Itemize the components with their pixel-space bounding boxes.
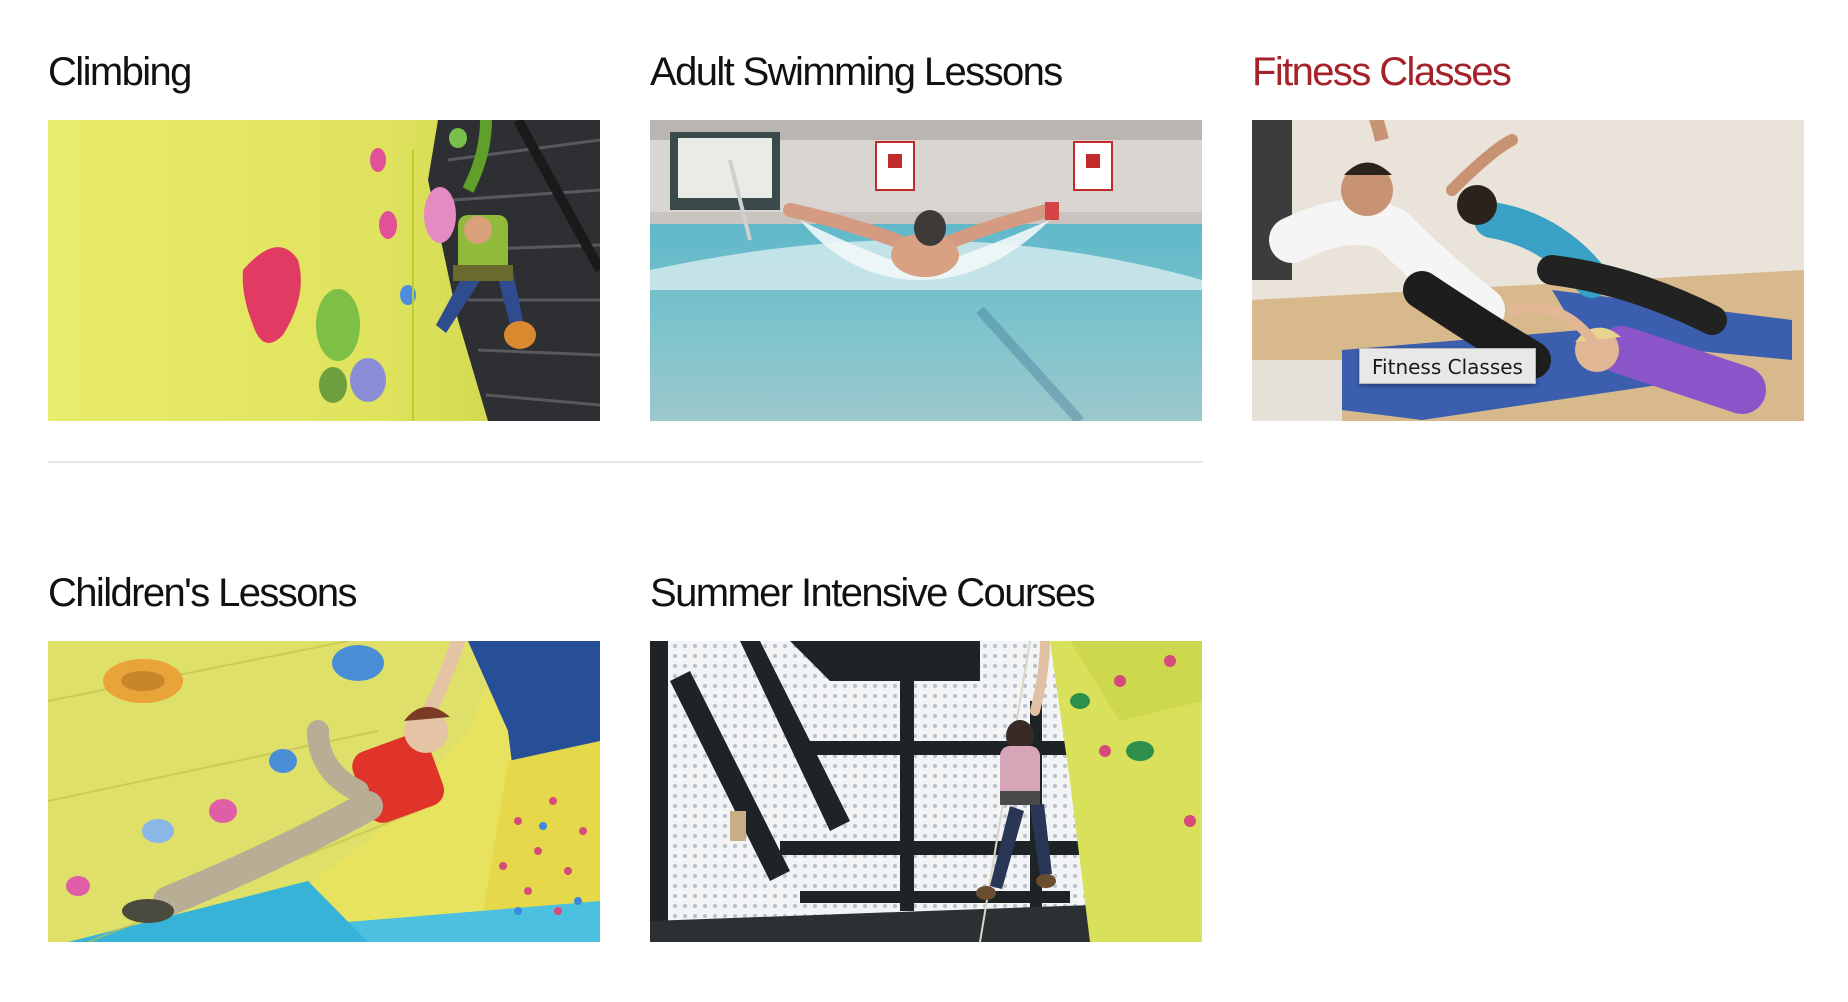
activity-title-summer-intensive[interactable]: Summer Intensive Courses	[650, 569, 1202, 617]
indoor-climber-photo[interactable]	[650, 641, 1202, 942]
activity-title-fitness[interactable]: Fitness Classes	[1252, 48, 1804, 96]
climbing-wall-photo[interactable]	[48, 120, 600, 421]
activity-card-summer-intensive: Summer Intensive Courses	[650, 569, 1202, 942]
activity-card-adult-swimming: Adult Swimming Lessons	[650, 48, 1202, 421]
swimming-pool-image	[650, 120, 1202, 421]
activity-title-adult-swimming[interactable]: Adult Swimming Lessons	[650, 48, 1202, 96]
activity-card-climbing: Climbing	[48, 48, 600, 421]
activity-card-childrens: Children's Lessons	[48, 569, 600, 942]
climbing-wall-image	[48, 120, 600, 421]
indoor-climber-image	[650, 641, 1202, 942]
swimmer-butterfly-photo[interactable]	[650, 120, 1202, 421]
child-climbing-photo[interactable]	[48, 641, 600, 942]
row-divider	[48, 461, 1203, 463]
activity-title-childrens[interactable]: Children's Lessons	[48, 569, 600, 617]
activity-card-fitness: Fitness Classes	[1252, 48, 1804, 421]
child-climbing-image	[48, 641, 600, 942]
activity-title-climbing[interactable]: Climbing	[48, 48, 600, 96]
hover-tooltip: Fitness Classes	[1359, 348, 1536, 384]
